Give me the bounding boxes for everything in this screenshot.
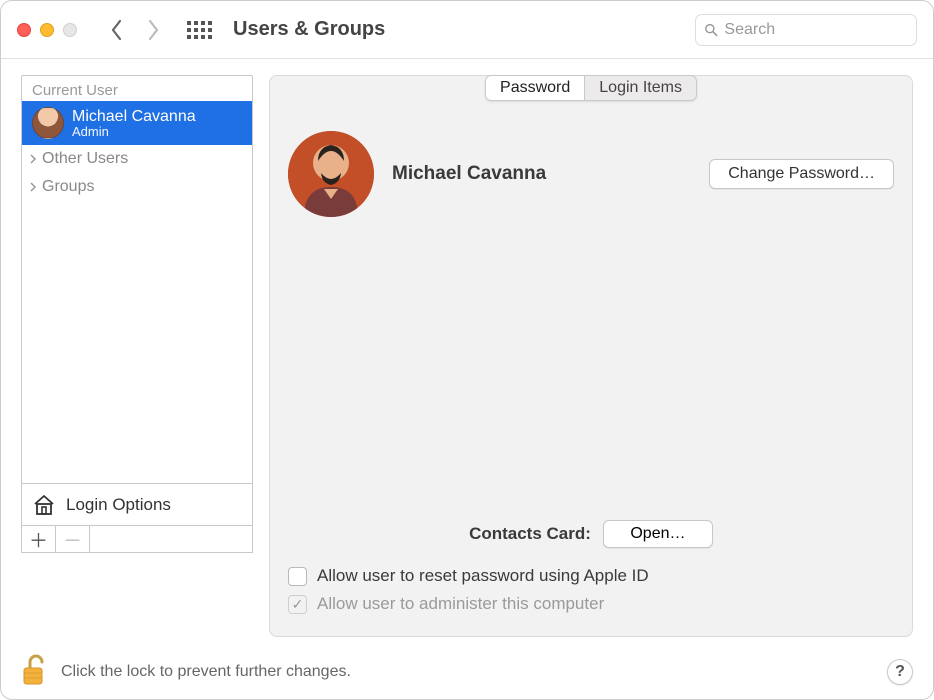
preferences-window: Users & Groups Current User Michael Cava… [0, 0, 934, 700]
user-full-name: Michael Cavanna [392, 163, 546, 185]
help-icon: ? [895, 663, 905, 681]
forward-button [139, 16, 167, 44]
contacts-card-row: Contacts Card: Open… [288, 520, 894, 548]
minimize-window-button[interactable] [40, 23, 54, 37]
show-all-button[interactable] [185, 16, 213, 44]
groups-label: Groups [42, 178, 94, 196]
lock-text: Click the lock to prevent further change… [61, 663, 351, 681]
allow-administer-label: Allow user to administer this computer [317, 594, 604, 614]
login-options-button[interactable]: Login Options [21, 483, 253, 525]
allow-reset-password-checkbox[interactable] [288, 567, 307, 586]
grid-icon [187, 21, 212, 39]
avatar-icon [288, 131, 374, 217]
zoom-window-button [63, 23, 77, 37]
tab-bar: Password Login Items [485, 75, 697, 101]
current-user-role: Admin [72, 125, 196, 139]
contacts-card-label: Contacts Card: [469, 524, 591, 544]
lower-options: Contacts Card: Open… Allow user to reset… [288, 500, 894, 618]
search-icon [704, 22, 718, 38]
add-remove-bar: ＋ － [21, 525, 253, 553]
user-avatar[interactable] [288, 131, 374, 217]
avatar-icon [32, 107, 64, 139]
unlock-icon [21, 654, 47, 686]
chevron-right-icon [28, 154, 38, 164]
remove-user-button: － [56, 526, 90, 552]
allow-administer-checkbox: ✓ [288, 595, 307, 614]
allow-administer-row: ✓ Allow user to administer this computer [288, 590, 894, 618]
user-header: Michael Cavanna Change Password… [288, 131, 894, 217]
footer: Click the lock to prevent further change… [1, 645, 933, 699]
sidebar-item-other-users[interactable]: Other Users [22, 145, 252, 173]
back-button[interactable] [103, 16, 131, 44]
allow-reset-password-row: Allow user to reset password using Apple… [288, 562, 894, 590]
tab-password[interactable]: Password [485, 75, 584, 101]
sidebar: Current User Michael Cavanna Admin Other… [21, 75, 253, 637]
current-user-heading: Current User [22, 76, 252, 101]
house-icon [32, 493, 56, 517]
sidebar-item-current-user[interactable]: Michael Cavanna Admin [22, 101, 252, 145]
user-list: Current User Michael Cavanna Admin Other… [21, 75, 253, 483]
search-input[interactable] [724, 21, 908, 39]
search-field[interactable] [695, 14, 917, 46]
titlebar: Users & Groups [1, 1, 933, 59]
tab-login-items[interactable]: Login Items [584, 75, 697, 101]
chevron-right-icon [28, 182, 38, 192]
help-button[interactable]: ? [887, 659, 913, 685]
close-window-button[interactable] [17, 23, 31, 37]
current-user-name: Michael Cavanna [72, 108, 196, 125]
window-controls [17, 23, 77, 37]
main-panel: Password Login Items Michael Cavanna [269, 75, 913, 637]
change-password-button[interactable]: Change Password… [709, 159, 894, 189]
open-contacts-card-button[interactable]: Open… [603, 520, 713, 548]
content-area: Current User Michael Cavanna Admin Other… [1, 59, 933, 645]
lock-button[interactable] [21, 654, 47, 691]
login-options-label: Login Options [66, 495, 171, 515]
other-users-label: Other Users [42, 150, 128, 168]
pane-title: Users & Groups [233, 18, 385, 41]
add-user-button[interactable]: ＋ [22, 526, 56, 552]
allow-reset-password-label: Allow user to reset password using Apple… [317, 566, 649, 586]
sidebar-item-groups[interactable]: Groups [22, 173, 252, 201]
